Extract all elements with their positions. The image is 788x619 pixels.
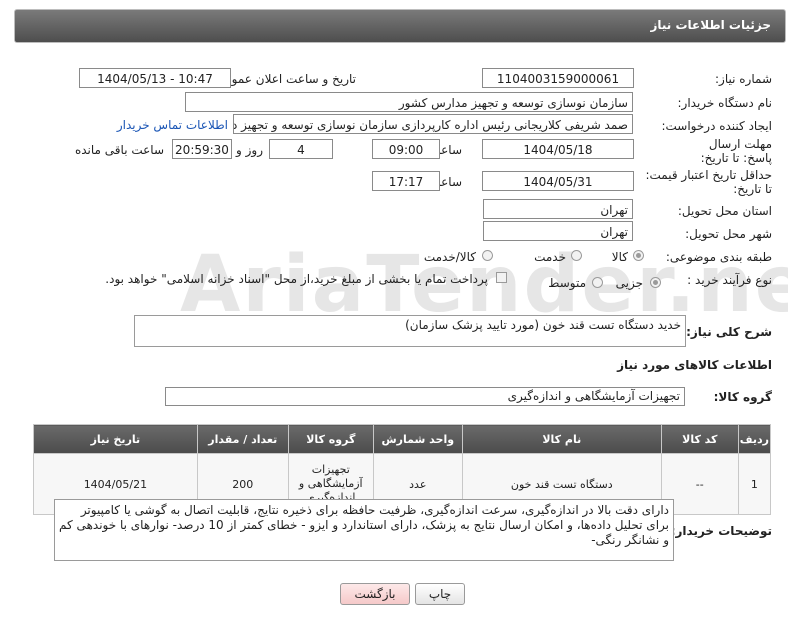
category-goods-label: کالا <box>611 250 628 264</box>
deadline-time-field: 09:00 <box>372 139 440 159</box>
price-validity-label: حداقل تاریخ اعتبار قیمت: تا تاریخ: <box>645 168 772 196</box>
description-label: شرح کلی نیاز: <box>686 325 772 339</box>
col-date: تاریخ نیاز <box>33 424 198 454</box>
need-number-label: شماره نیاز: <box>715 72 772 86</box>
days-field: 4 <box>269 139 333 159</box>
process-medium-label: متوسط <box>548 276 586 290</box>
city-field: تهران <box>483 221 633 241</box>
requester-label: ایجاد کننده درخواست: <box>661 119 772 133</box>
category-service-label: خدمت <box>534 250 566 264</box>
process-type-label: نوع فرآیند خرید : <box>687 273 772 287</box>
city-label: شهر محل تحویل: <box>685 227 772 241</box>
days-label: روز و <box>236 143 263 157</box>
process-minor-label: جزیی <box>615 276 643 290</box>
buyer-notes-label: توضیحات خریدار: <box>670 524 772 538</box>
validity-date-field: 1404/05/31 <box>482 171 634 191</box>
remaining-time-field: 20:59:30 <box>172 139 232 159</box>
treasury-payment-checkbox[interactable] <box>496 272 507 283</box>
col-unit: واحد شمارش <box>372 424 463 454</box>
deadline-date-field: 1404/05/18 <box>482 139 634 159</box>
requester-field: صمد شریفی کلاریجانی رئیس اداره کارپردازی… <box>233 114 633 134</box>
validity-time-field: 17:17 <box>372 171 440 191</box>
announce-date-label: تاریخ و ساعت اعلان عمومی: <box>211 72 356 86</box>
description-field: خدید دستگاه تست قند خون (مورد تایید پزشک… <box>134 315 686 347</box>
goods-section-title: اطلاعات کالاهای مورد نیاز <box>617 358 772 372</box>
deadline-label: مهلت ارسال پاسخ: تا تاریخ: <box>700 137 772 165</box>
announce-date-field: 1404/05/13 - 10:47 <box>79 68 231 88</box>
print-button[interactable]: چاپ <box>415 583 465 605</box>
goods-group-field: تجهیزات آزمایشگاهی و اندازه‌گیری <box>165 387 685 406</box>
category-service-radio[interactable] <box>571 250 582 261</box>
treasury-payment-note: پرداخت تمام یا بخشی از مبلغ خرید،از محل … <box>105 272 488 286</box>
process-medium-radio[interactable] <box>592 277 603 288</box>
remaining-time-label: ساعت باقی مانده <box>74 143 164 157</box>
col-group: گروه کالا <box>287 424 374 454</box>
col-qty: تعداد / مقدار <box>196 424 289 454</box>
buyer-notes-field: دارای دقت بالا در اندازه‌گیری، سرعت اندا… <box>54 499 674 561</box>
goods-table-header: ردیف کد کالا نام کالا واحد شمارش گروه کا… <box>33 424 772 454</box>
page-header: جزئیات اطلاعات نیاز <box>14 9 786 43</box>
back-button[interactable]: بازگشت <box>340 583 410 605</box>
province-field: تهران <box>483 199 633 219</box>
buyer-contact-link[interactable]: اطلاعات تماس خریدار <box>117 118 228 132</box>
category-both-radio[interactable] <box>482 250 493 261</box>
page-title: جزئیات اطلاعات نیاز <box>650 18 771 32</box>
buyer-org-label: نام دستگاه خریدار: <box>677 96 773 110</box>
category-both-label: کالا/خدمت <box>423 250 476 264</box>
col-row: ردیف <box>737 424 772 454</box>
buyer-org-field: سازمان نوسازی توسعه و تجهیز مدارس کشور <box>185 92 633 112</box>
need-number-field: 1104003159000061 <box>482 68 634 88</box>
cell-row: 1 <box>737 453 772 515</box>
col-code: کد کالا <box>660 424 739 454</box>
goods-group-label: گروه کالا: <box>713 390 772 404</box>
province-label: استان محل تحویل: <box>677 204 772 218</box>
category-goods-radio[interactable] <box>633 250 644 261</box>
process-minor-radio[interactable] <box>650 277 661 288</box>
col-name: نام کالا <box>461 424 662 454</box>
category-label: طبقه بندی موضوعی: <box>665 250 772 264</box>
